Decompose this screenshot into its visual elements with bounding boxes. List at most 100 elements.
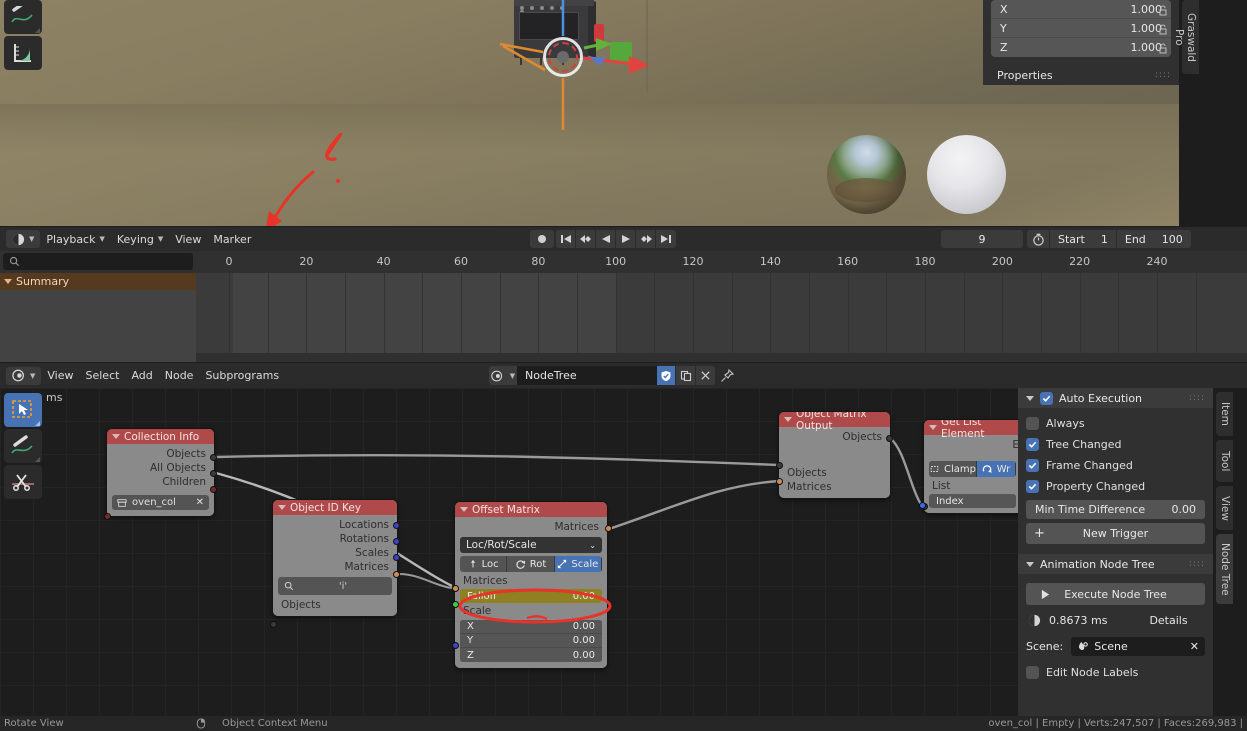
id-key-search-field[interactable]: 'i' xyxy=(278,577,392,595)
menu-marker[interactable]: Marker xyxy=(207,230,257,248)
offset-mode-dropdown[interactable]: Loc/Rot/Scale ⌄ xyxy=(460,537,602,553)
tweak-select-tool[interactable] xyxy=(4,393,42,427)
properties-panel-header[interactable]: Properties :::: xyxy=(983,65,1179,85)
auto-execution-panel-header[interactable]: Auto Execution :::: xyxy=(1018,388,1213,408)
socket-index-in[interactable] xyxy=(919,502,926,509)
socket-matrices-in[interactable] xyxy=(776,478,783,485)
diffuse-preview-sphere[interactable] xyxy=(927,135,1006,214)
play-reverse-button[interactable] xyxy=(596,230,616,248)
editor-type-selector[interactable]: ▼ xyxy=(6,230,41,248)
ne-menu-subprograms[interactable]: Subprograms xyxy=(199,367,285,385)
socket-objects-out[interactable] xyxy=(886,435,893,442)
scale-y-row[interactable]: Y 0.00 xyxy=(460,634,602,648)
socket-locations-out[interactable] xyxy=(393,522,400,529)
always-checkbox[interactable] xyxy=(1026,417,1039,430)
viewport-3d[interactable]: X 1.000 Y 1.000 Z 1.000 Properties:::: … xyxy=(0,0,1213,226)
use-preview-range-icon[interactable] xyxy=(1027,230,1049,248)
scale-x-row[interactable]: X 0.00 xyxy=(460,620,602,634)
annotate-tool[interactable] xyxy=(4,0,42,34)
socket-falloff-in[interactable] xyxy=(452,601,459,608)
option-frame-changed[interactable]: Frame Changed xyxy=(1026,455,1205,476)
play-button[interactable] xyxy=(616,230,636,248)
animation-node-tree-panel-header[interactable]: Animation Node Tree :::: xyxy=(1018,554,1213,574)
duplicate-icon[interactable] xyxy=(675,366,695,385)
toggle-scale[interactable]: Scale xyxy=(554,556,602,572)
node-header[interactable]: Object ID Key xyxy=(273,500,397,515)
prev-keyframe-button[interactable] xyxy=(576,230,596,248)
socket-matrices-in[interactable] xyxy=(452,585,459,592)
unlink-datablock-icon[interactable] xyxy=(695,366,715,385)
option-tree-changed[interactable]: Tree Changed xyxy=(1026,434,1205,455)
min-time-difference-field[interactable]: Min Time Difference 0.00 xyxy=(1026,500,1205,519)
collection-picker[interactable]: oven_col ✕ xyxy=(112,495,209,510)
menu-view[interactable]: View xyxy=(169,230,207,248)
index-field[interactable]: Index xyxy=(929,494,1016,508)
scale-z-row[interactable]: Z 0.00 xyxy=(460,648,602,662)
current-frame-field[interactable]: 9 xyxy=(941,230,1023,248)
node-object-id-key[interactable]: Object ID Key Locations Rotations Scales… xyxy=(273,500,397,616)
next-keyframe-button[interactable] xyxy=(636,230,656,248)
node-header[interactable]: Get List Element xyxy=(924,420,1021,440)
socket-rotations-out[interactable] xyxy=(393,538,400,545)
falloff-field[interactable]: Falloff 0.00 xyxy=(460,589,602,603)
socket-objects-out[interactable] xyxy=(210,454,217,461)
nodetree-type-icon[interactable]: ▼ xyxy=(489,366,517,385)
jump-to-start-button[interactable] xyxy=(556,230,576,248)
lock-icon-x[interactable] xyxy=(1149,0,1177,19)
node-get-list-element[interactable]: Get List Element E Clamp Wr List Index xyxy=(924,420,1021,513)
move-gizmo[interactable] xyxy=(543,37,583,77)
scale-row-y[interactable]: Y 1.000 xyxy=(991,19,1171,38)
hdri-preview-sphere[interactable] xyxy=(827,135,906,214)
socket-collection-in[interactable] xyxy=(104,513,111,520)
socket-matrices-out[interactable] xyxy=(393,571,400,578)
socket-objects-in[interactable] xyxy=(776,462,783,469)
clear-collection-icon[interactable]: ✕ xyxy=(196,497,204,508)
sidebar-tab-tool[interactable]: Tool xyxy=(1216,440,1233,482)
nodetree-name-field[interactable]: NodeTree xyxy=(517,366,657,385)
menu-playback[interactable]: Playback ▼ xyxy=(40,230,110,248)
socket-matrices-out[interactable] xyxy=(605,525,612,532)
tab-graswald-pro[interactable]: Graswald Pro xyxy=(1173,0,1199,74)
sidebar-tab-item[interactable]: Item xyxy=(1216,392,1233,436)
cut-links-tool[interactable] xyxy=(4,465,42,499)
channel-row-summary[interactable]: Summary xyxy=(0,273,196,290)
measure-tool[interactable] xyxy=(4,36,42,70)
node-header[interactable]: Object Matrix Output xyxy=(779,412,890,432)
sidebar-tab-view[interactable]: View xyxy=(1216,486,1233,530)
node-collection-info[interactable]: Collection Info Objects All Objects Chil… xyxy=(107,429,214,516)
jump-to-end-button[interactable] xyxy=(656,230,676,248)
ne-menu-view[interactable]: View xyxy=(41,367,79,385)
ne-menu-select[interactable]: Select xyxy=(80,367,126,385)
option-property-changed[interactable]: Property Changed xyxy=(1026,476,1205,497)
toggle-loc[interactable]: Loc xyxy=(460,556,508,572)
edit-node-labels-checkbox[interactable] xyxy=(1026,666,1039,679)
sidebar-tab-node-tree[interactable]: Node Tree xyxy=(1216,534,1233,604)
toggle-rot[interactable]: Rot xyxy=(507,556,555,572)
node-header[interactable]: Offset Matrix xyxy=(455,502,607,517)
frame-changed-checkbox[interactable] xyxy=(1026,459,1039,472)
option-edit-node-labels[interactable]: Edit Node Labels xyxy=(1026,662,1205,683)
record-button[interactable] xyxy=(530,230,554,248)
pin-icon[interactable] xyxy=(715,366,739,385)
scale-row-z[interactable]: Z 1.000 xyxy=(991,38,1171,57)
socket-scale-in[interactable] xyxy=(452,642,459,649)
toggle-clamp[interactable]: Clamp xyxy=(929,461,977,477)
node-header[interactable]: Collection Info xyxy=(107,429,214,444)
toggle-wrap[interactable]: Wr xyxy=(976,461,1016,477)
option-always[interactable]: Always xyxy=(1026,413,1205,434)
execute-node-tree-button[interactable]: Execute Node Tree xyxy=(1026,583,1205,605)
timeline-keyframe-area[interactable] xyxy=(196,273,1247,353)
ne-menu-node[interactable]: Node xyxy=(159,367,200,385)
scale-row-x[interactable]: X 1.000 xyxy=(991,0,1171,19)
timeline-ruler[interactable]: 0 20 40 60 80 100 120 140 160 180 200 220 240 xyxy=(196,251,1247,273)
menu-keying[interactable]: Keying ▼ xyxy=(111,230,169,248)
socket-children-out[interactable] xyxy=(210,486,217,493)
ne-menu-add[interactable]: Add xyxy=(125,367,158,385)
socket-objects-in[interactable] xyxy=(270,621,277,628)
end-frame-field[interactable]: End 100 xyxy=(1115,230,1191,248)
node-editor-type-selector[interactable]: ▼ xyxy=(6,366,42,385)
socket-scales-out[interactable] xyxy=(393,554,400,561)
new-trigger-button[interactable]: + New Trigger xyxy=(1026,523,1205,544)
unlink-scene-icon[interactable]: ✕ xyxy=(1190,640,1199,653)
fake-user-shield-icon[interactable] xyxy=(657,366,675,385)
